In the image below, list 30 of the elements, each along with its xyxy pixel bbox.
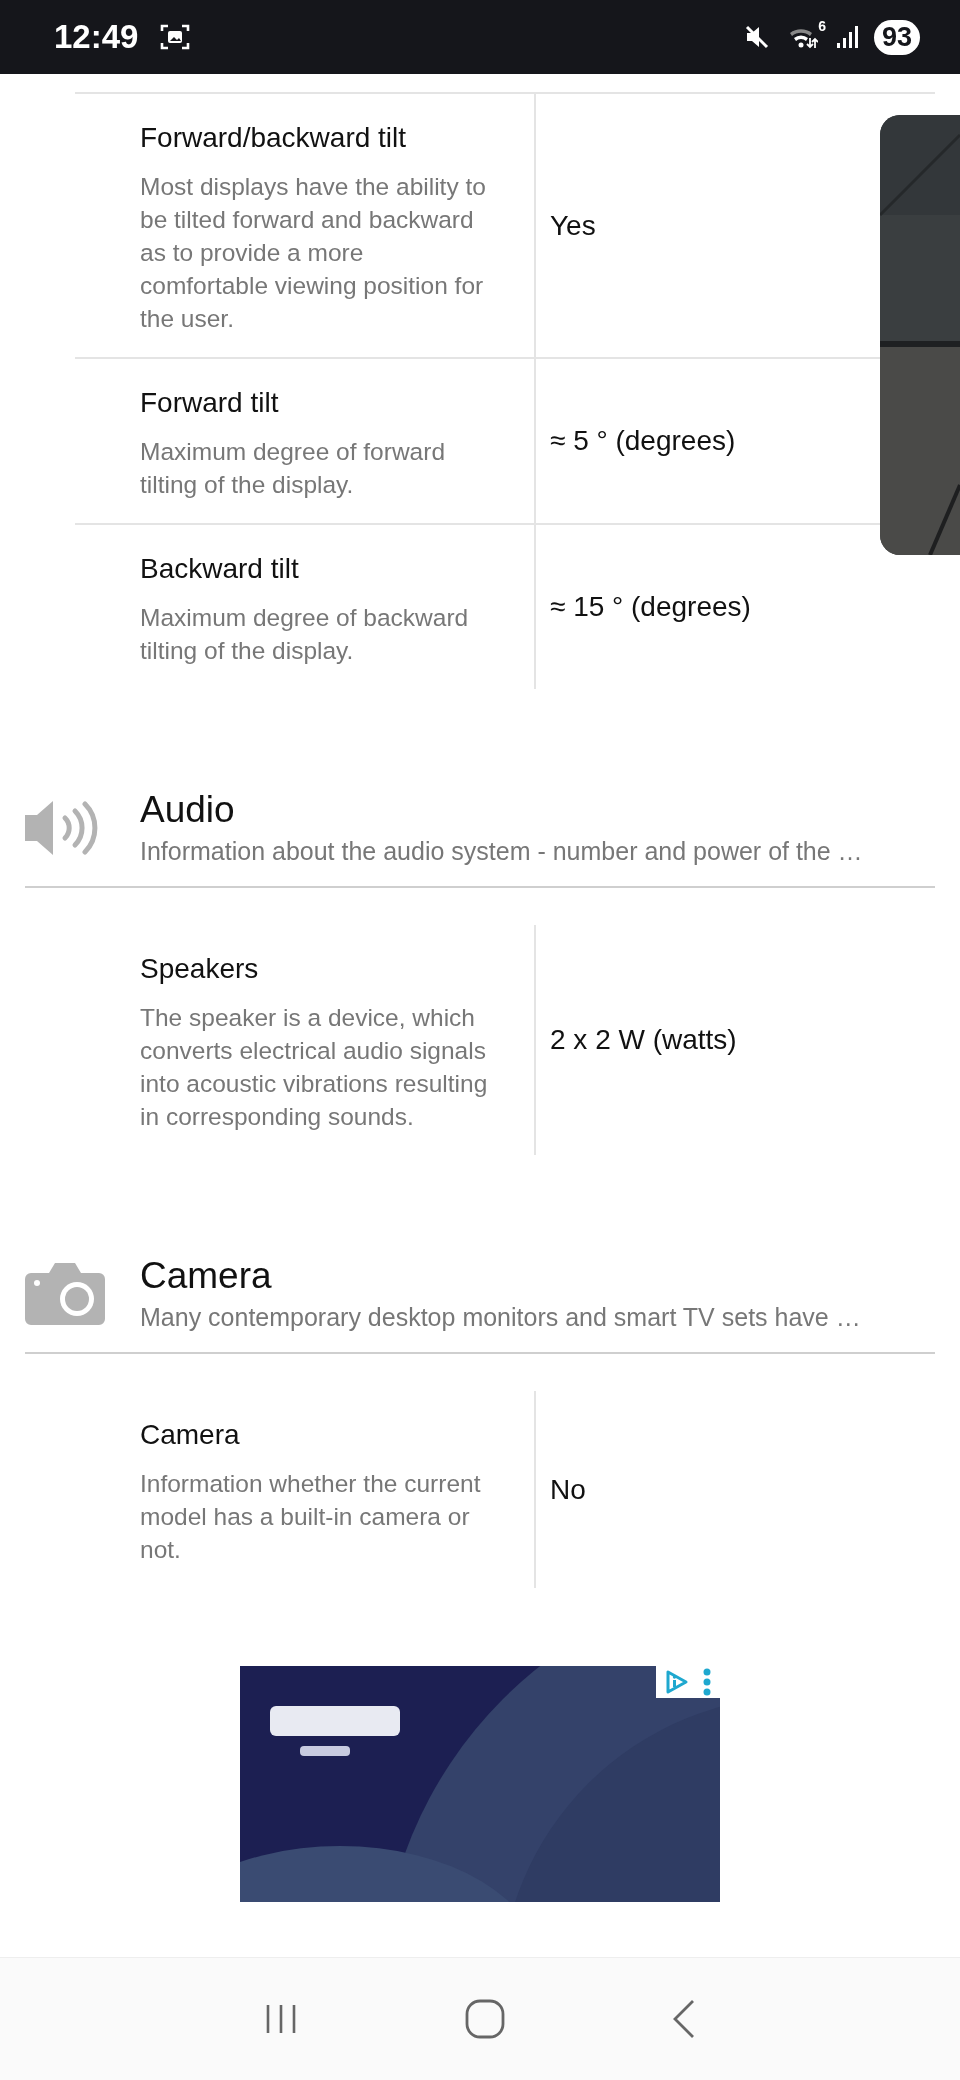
spec-name: Speakers xyxy=(140,953,260,985)
camera-icon xyxy=(25,1262,105,1325)
spec-description: Most displays have the ability to be tilted forward and backward as to provide a more comfortable viewing position for the user. xyxy=(140,172,487,334)
spec-value: 2 x 2 W (watts) xyxy=(550,1024,737,1056)
clock: 12:49 xyxy=(54,18,139,56)
spec-value: No xyxy=(550,1473,586,1506)
spec-name: Backward tilt xyxy=(140,553,300,585)
spec-value: ≈ 15 ° (degrees) xyxy=(550,591,751,623)
wifi-generation: 6 xyxy=(818,18,826,34)
section-title: Camera xyxy=(140,1255,273,1297)
spec-name: Forward/backward tilt xyxy=(140,122,408,154)
screenshot-icon xyxy=(160,23,191,51)
spec-name: Forward tilt xyxy=(140,387,280,419)
spec-value: ≈ 5 ° (degrees) xyxy=(550,425,736,457)
section-title: Audio xyxy=(140,789,236,831)
signal-icon xyxy=(835,25,858,49)
mute-icon xyxy=(744,24,771,50)
spec-value: Yes xyxy=(550,209,596,242)
spec-description: Maximum degree of forward tilting of the display. xyxy=(140,437,446,500)
spec-description: The speaker is a device, which converts electrical audio signals into acoustic vibrations resulting in corresponding sounds. xyxy=(140,1003,489,1132)
spec-name: Camera xyxy=(140,1419,241,1451)
more-icon[interactable] xyxy=(702,1668,712,1696)
battery-level: 93 xyxy=(873,19,920,55)
home-icon[interactable] xyxy=(465,1999,505,2039)
spec-description: Information whether the current model has a built-in camera or not. xyxy=(140,1469,482,1565)
section-description: Information about the audio system - number and power of the … xyxy=(140,837,863,866)
spec-description: Maximum degree of backward tilting of the display. xyxy=(140,603,470,666)
back-icon[interactable] xyxy=(672,1999,697,2039)
ad-info-icon[interactable] xyxy=(664,1669,690,1695)
section-description: Many contemporary desktop monitors and smart TV sets have … xyxy=(140,1303,861,1332)
